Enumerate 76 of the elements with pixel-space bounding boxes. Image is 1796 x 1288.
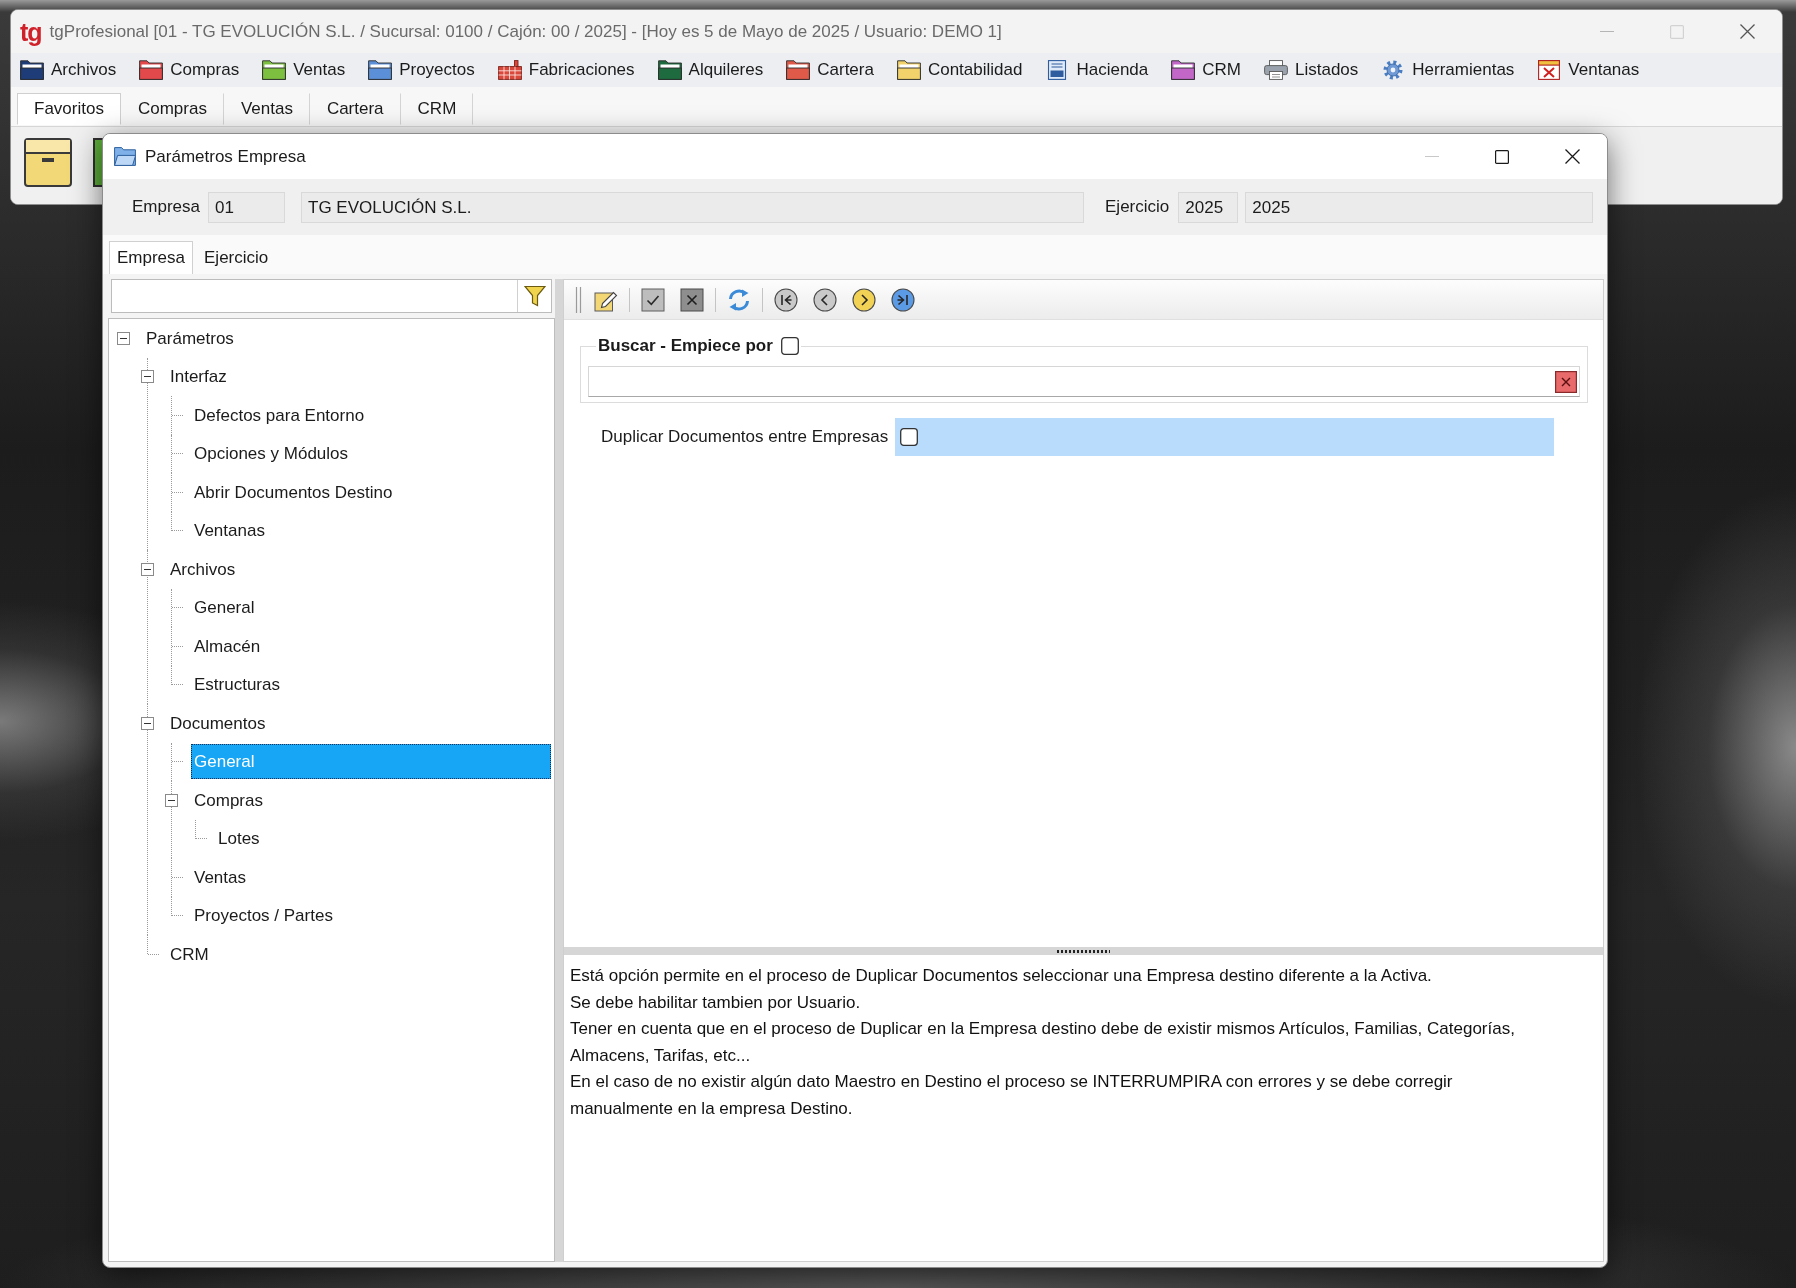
menu-item[interactable]: Alquileres — [652, 55, 769, 85]
tree-item[interactable]: Almacén — [191, 628, 266, 664]
tree-item[interactable]: Proyectos / Partes — [191, 898, 338, 934]
description-text: Tener en cuenta que en el proceso de Duplicar en la Empresa destino debe de existir mismos Artículos, Familias, Categorías, Almacens, Tarifas, etc... — [570, 1018, 1516, 1067]
tree-item[interactable]: CRM — [167, 936, 214, 972]
collapse-icon[interactable] — [117, 331, 130, 345]
checkbox[interactable] — [900, 428, 919, 446]
tree-item[interactable]: Lotes — [215, 821, 265, 857]
tab[interactable]: Ejercicio — [196, 241, 277, 274]
tree-item[interactable]: Archivos — [167, 551, 241, 587]
tab[interactable]: Cartera — [309, 93, 401, 125]
year-name-field[interactable]: 2025 — [1245, 191, 1594, 223]
menu-item[interactable]: Hacienda — [1040, 55, 1154, 85]
close-icon[interactable] — [1739, 24, 1755, 39]
company-code-field[interactable]: 01 — [208, 191, 286, 223]
tree-item[interactable]: Parámetros — [143, 320, 239, 356]
menu-item[interactable]: Herramientas — [1376, 55, 1520, 85]
company-name-field[interactable]: TG EVOLUCIÓN S.L. — [301, 191, 1085, 223]
collapse-icon[interactable] — [141, 370, 154, 384]
menu-item[interactable]: Proyectos — [363, 55, 480, 85]
box-icon[interactable] — [24, 138, 72, 187]
tree-item[interactable]: Defectos para Entorno — [191, 397, 370, 433]
menu-item[interactable]: Listados — [1259, 55, 1364, 85]
dialog-title: Parámetros Empresa — [145, 146, 306, 167]
field-label: Duplicar Documentos entre Empresas — [601, 427, 889, 447]
menu-item[interactable]: Ventas — [257, 55, 351, 85]
tab[interactable]: Ventas — [223, 93, 310, 125]
menu-item[interactable]: Contabilidad — [891, 55, 1028, 85]
checkbox[interactable] — [780, 337, 799, 355]
field-label: Ejercicio — [1105, 197, 1170, 217]
printer-icon — [1264, 60, 1288, 80]
menu-item[interactable]: Cartera — [781, 55, 879, 85]
close-icon[interactable] — [1564, 149, 1580, 164]
menu-item[interactable]: Archivos — [15, 55, 122, 85]
menu-item[interactable]: Compras — [134, 55, 245, 85]
tree-item[interactable]: Compras — [191, 782, 268, 818]
year-code-field[interactable]: 2025 — [1178, 191, 1239, 223]
app-logo: tg — [20, 16, 42, 47]
tree-item[interactable]: General — [191, 590, 260, 626]
folder-icon — [114, 147, 136, 166]
menu-item[interactable]: CRM — [1166, 55, 1246, 85]
tree-item[interactable]: Opciones y Módulos — [191, 436, 354, 472]
tree-item[interactable]: Ventas — [191, 859, 251, 895]
tree-item[interactable]: Interfaz — [167, 359, 232, 395]
refresh-icon[interactable] — [727, 287, 751, 312]
tree-item[interactable]: Documentos — [167, 705, 271, 741]
maximize-icon[interactable] — [1495, 149, 1509, 164]
window-title: tgProfesional [01 - TG EVOLUCIÓN S.L. / Sucursal: 0100 / Cajón: 00 / 2025] - [Hoy es 5 de Mayo de 2025 / Usuario: DEMO 1] — [49, 21, 1002, 42]
field-label: Empresa — [132, 197, 201, 217]
tab[interactable]: Favoritos — [17, 93, 121, 125]
factory-icon — [497, 60, 522, 80]
tab[interactable]: Empresa — [109, 241, 194, 274]
last-icon[interactable] — [891, 287, 915, 312]
tab[interactable]: Compras — [120, 93, 224, 125]
collapse-icon[interactable] — [165, 793, 178, 807]
description-text: En el caso de no existir algún dato Maestro en Destino el proceso se INTERRUMPIRA con errores y se debe corregir manualmente en la empresa Destino. — [570, 1071, 1454, 1120]
collapse-icon[interactable] — [141, 562, 154, 576]
search-field[interactable] — [588, 366, 1580, 397]
grip-icon[interactable] — [1057, 949, 1110, 953]
description-text: Se debe habilitar tambien por Usuario. — [570, 991, 862, 1014]
filter-icon[interactable] — [524, 285, 546, 307]
tab[interactable]: CRM — [400, 93, 474, 125]
field-highlight[interactable] — [895, 418, 1555, 456]
menu-item[interactable]: Fabricaciones — [492, 55, 640, 85]
collapse-icon[interactable] — [141, 716, 154, 730]
clear-icon[interactable] — [1555, 370, 1577, 393]
next-icon[interactable] — [852, 287, 876, 312]
search-label: Buscar - Empiece por — [598, 336, 773, 356]
filter-field[interactable] — [111, 279, 552, 313]
tree-item[interactable]: Ventanas — [191, 513, 270, 549]
grip-icon[interactable] — [575, 286, 583, 313]
tree-item[interactable]: Estructuras — [191, 667, 285, 703]
window-cross-icon — [1537, 60, 1562, 80]
description-text: Está opción permite en el proceso de Duplicar Documentos seleccionar una Empresa destino diferente a la Activa. — [570, 965, 1433, 987]
menu-item[interactable]: Ventanas — [1532, 55, 1645, 85]
tree-item[interactable]: Abrir Documentos Destino — [191, 474, 398, 510]
